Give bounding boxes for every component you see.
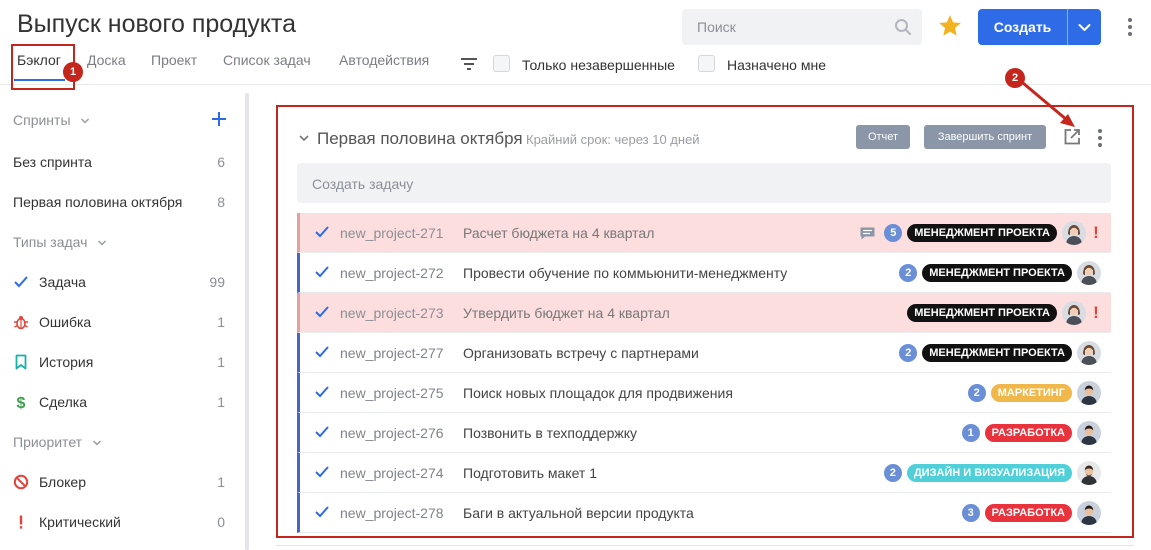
svg-text:$: $ bbox=[17, 395, 26, 410]
bug-icon bbox=[14, 316, 28, 330]
sidebar-item-label: Блокер bbox=[39, 474, 86, 490]
sidebar-item-count: 1 bbox=[217, 354, 225, 370]
more-options-icon[interactable] bbox=[1120, 15, 1140, 39]
sidebar-item-no-sprint[interactable]: Без спринта 6 bbox=[13, 154, 225, 170]
chevron-down-icon bbox=[98, 240, 107, 246]
sidebar-item-label: Первая половина октября bbox=[13, 194, 183, 210]
blocker-icon bbox=[13, 474, 29, 490]
panel-bottom-divider bbox=[276, 545, 1134, 546]
tab-board[interactable]: Доска bbox=[87, 52, 126, 68]
sidebar-item-count: 1 bbox=[217, 394, 225, 410]
favorite-star-icon[interactable] bbox=[937, 13, 963, 39]
sidebar-item-count: 99 bbox=[209, 274, 225, 290]
assigned-to-me-checkbox[interactable] bbox=[698, 55, 715, 72]
tab-automations[interactable]: Автодействия bbox=[339, 52, 429, 68]
annotation-badge-2: 2 bbox=[1005, 68, 1025, 88]
sidebar-priority-header[interactable]: Приоритет bbox=[13, 434, 102, 450]
search-placeholder: Поиск bbox=[697, 19, 736, 35]
tab-task-list[interactable]: Список задач bbox=[223, 52, 311, 68]
sidebar-sprints-title: Спринты bbox=[13, 112, 71, 128]
exclamation-icon bbox=[19, 515, 23, 529]
sidebar-item-label: Задача bbox=[39, 274, 86, 290]
sidebar-item-label: Ошибка bbox=[39, 314, 92, 330]
sidebar-item-count: 8 bbox=[217, 194, 225, 210]
sidebar-item-count: 1 bbox=[217, 314, 225, 330]
sidebar-sprints-header[interactable]: Спринты bbox=[13, 112, 90, 128]
dollar-icon: $ bbox=[17, 395, 26, 410]
sidebar-item-count: 0 bbox=[217, 514, 225, 530]
sidebar-item-label: Критический bbox=[39, 514, 121, 530]
create-button-label: Создать bbox=[993, 19, 1052, 35]
sidebar-priority-title: Приоритет bbox=[13, 434, 83, 450]
assigned-to-me-label: Назначено мне bbox=[727, 57, 826, 73]
sidebar-item-label: История bbox=[39, 354, 94, 370]
annotation-box-2 bbox=[276, 105, 1134, 538]
sidebar-item-count: 6 bbox=[217, 154, 225, 170]
tab-project[interactable]: Проект bbox=[151, 52, 197, 68]
bookmark-icon bbox=[15, 354, 27, 370]
sidebar-item-october-sprint[interactable]: Первая половина октября 8 bbox=[13, 194, 225, 210]
sidebar-item-count: 1 bbox=[217, 474, 225, 490]
create-button[interactable]: Создать bbox=[978, 9, 1101, 45]
chevron-down-icon[interactable] bbox=[1068, 9, 1101, 45]
sidebar-item-label: Сделка bbox=[39, 394, 87, 410]
page-title: Выпуск нового продукта bbox=[17, 10, 296, 38]
annotation-badge-1: 1 bbox=[63, 62, 83, 82]
sidebar-types-title: Типы задач bbox=[13, 234, 88, 250]
sidebar-scrollbar[interactable] bbox=[245, 93, 249, 550]
check-icon bbox=[14, 276, 28, 288]
unfinished-only-checkbox[interactable] bbox=[493, 55, 510, 72]
search-icon bbox=[895, 19, 912, 36]
add-sprint-icon[interactable] bbox=[210, 110, 228, 128]
filter-icon[interactable] bbox=[460, 57, 478, 71]
chevron-down-icon bbox=[92, 440, 101, 446]
search-input[interactable]: Поиск bbox=[682, 9, 922, 45]
sidebar-types-header[interactable]: Типы задач bbox=[13, 234, 107, 250]
header-divider bbox=[0, 84, 1151, 85]
unfinished-only-label: Только незавершенные bbox=[522, 57, 675, 73]
sidebar-item-label: Без спринта bbox=[13, 154, 92, 170]
chevron-down-icon bbox=[81, 118, 90, 124]
